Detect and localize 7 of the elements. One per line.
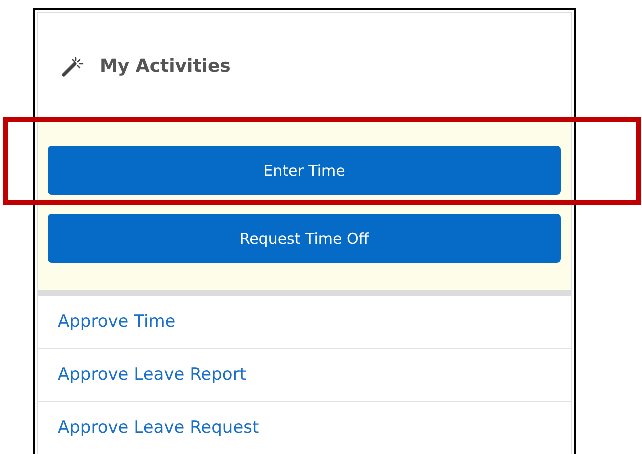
action-button[interactable]: Request Time Off — [48, 214, 561, 263]
action-button[interactable]: Enter Time — [48, 146, 561, 195]
activity-link[interactable]: Approve Leave Request — [58, 418, 260, 438]
activity-link[interactable]: Approve Time — [58, 312, 176, 332]
magic-wand-icon — [62, 56, 84, 78]
panel-title: My Activities — [100, 56, 231, 77]
activity-link[interactable]: Approve Leave Report — [58, 365, 246, 385]
